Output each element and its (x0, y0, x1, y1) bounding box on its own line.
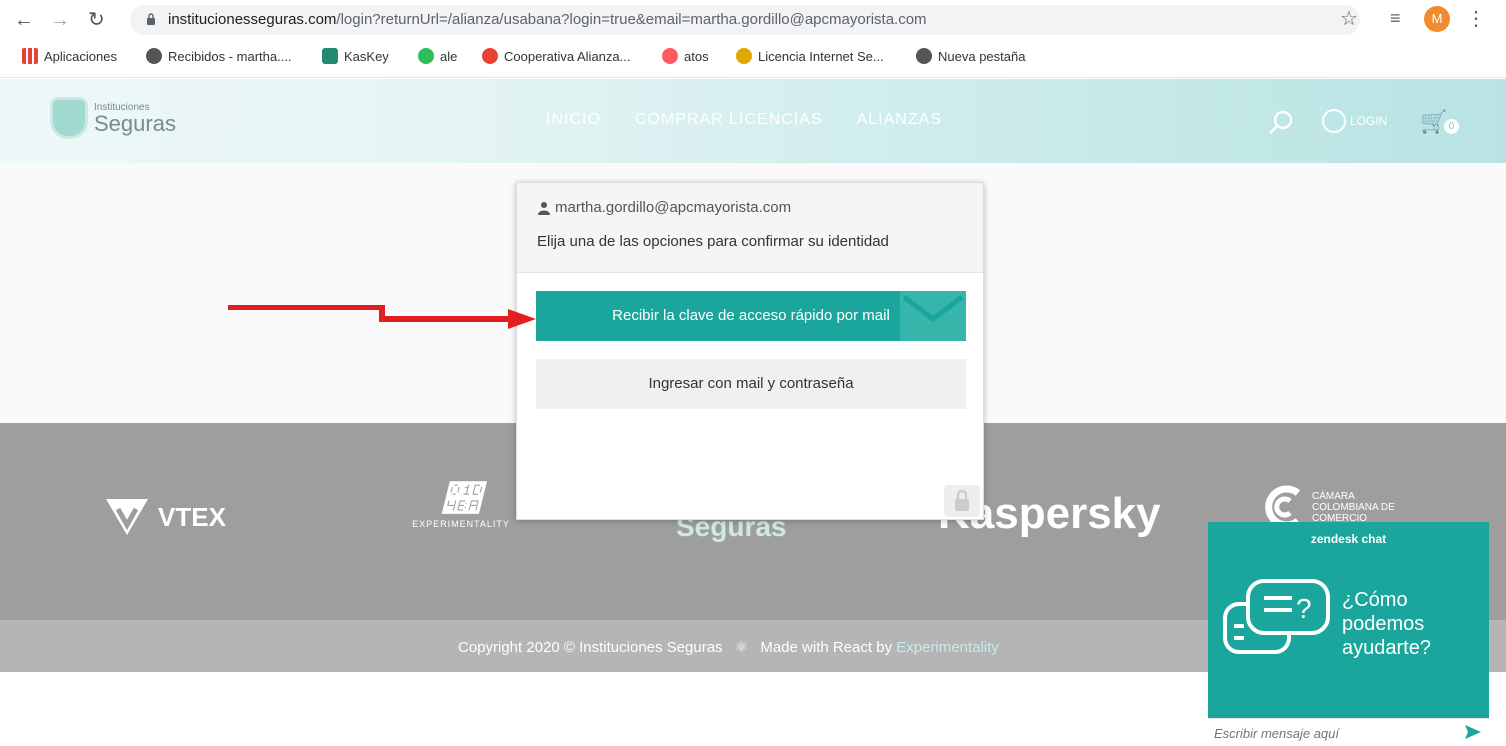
kaskey-icon (322, 48, 338, 64)
receive-mail-code-label: Recibir la clave de acceso rápido por ma… (612, 307, 890, 324)
envelope-icon (900, 291, 966, 341)
url-path: /login?returnUrl=/alianza/usabana?login=… (336, 11, 927, 28)
bookmark-nueva-pestana[interactable]: Nueva pestaña (916, 48, 1025, 64)
bookmark-cooperativa[interactable]: Cooperativa Alianza... (482, 48, 630, 64)
licencia-icon (736, 48, 752, 64)
vtex-logo: VTEX (104, 497, 226, 537)
address-bar[interactable]: institucionesseguras.com/login?returnUrl… (130, 5, 1360, 35)
url-host: institucionesseguras.com (168, 11, 337, 28)
lock-icon (944, 485, 980, 517)
experimentality-logo: 𝒺 EXPERIMENTALITY (386, 479, 536, 529)
bookmark-kaskey[interactable]: KasKey (322, 48, 389, 64)
nav-inicio[interactable]: INICIO (546, 111, 601, 129)
svg-text:?: ? (1296, 593, 1312, 624)
apps-grid-icon (22, 48, 38, 64)
bookmark-ale[interactable]: ale (418, 48, 457, 64)
login-label: LOGIN (1350, 114, 1388, 128)
cart-icon: 🛒 (1420, 109, 1448, 134)
url-text: institucionesseguras.com/login?returnUrl… (168, 11, 927, 28)
copyright-text: Copyright 2020 © Instituciones Seguras (458, 639, 723, 656)
back-arrow-icon[interactable]: ← (14, 8, 34, 32)
bookmark-label: Cooperativa Alianza... (504, 48, 631, 64)
modal-instruction: Elija una de las opciones para confirmar… (537, 233, 889, 250)
chat-message-input[interactable] (1214, 723, 1454, 743)
lock-icon (147, 13, 155, 25)
bookmark-label: KasKey (344, 48, 389, 64)
airbnb-icon (662, 48, 678, 64)
receive-mail-code-button[interactable]: Recibir la clave de acceso rápido por ma… (536, 291, 966, 341)
send-icon[interactable] (1464, 723, 1482, 741)
badge-2-icon (418, 48, 434, 64)
bookmark-label: Nueva pestaña (938, 48, 1026, 64)
bookmark-label: ale (440, 48, 458, 64)
search-icon[interactable] (1268, 109, 1294, 135)
address-row: ← → ↻ institucionesseguras.com/login?ret… (0, 0, 1506, 40)
zendesk-chat-widget: zendesk chat ? ¿Cómo podemos ayudarte? (1208, 522, 1489, 746)
experimentality-text: EXPERIMENTALITY (412, 519, 510, 529)
bookmark-aplicaciones[interactable]: Aplicaciones (22, 48, 117, 64)
vtex-text: VTEX (158, 501, 226, 532)
login-with-password-button[interactable]: Ingresar con mail y contraseña (536, 359, 966, 409)
user-icon (538, 201, 550, 215)
modal-header: martha.gordillo@apcmayorista.com Elija u… (517, 183, 983, 273)
bookmarks-bar: Aplicaciones Recibidos - martha.... KasK… (0, 44, 1506, 74)
bookmark-label: atos (684, 48, 709, 64)
vtex-mark-icon (106, 499, 148, 535)
modal-email: martha.gordillo@apcmayorista.com (537, 199, 791, 216)
copyright-line: Copyright 2020 © Instituciones Seguras ⚛… (458, 638, 999, 656)
camara-text: CÁMARA COLOMBIANA DE COMERCIO (1312, 490, 1395, 524)
kebab-menu-icon[interactable]: ⋮ (1466, 6, 1486, 31)
cooperativa-icon (482, 48, 498, 64)
made-with-text: Made with React by (760, 639, 893, 656)
reading-list-icon[interactable]: ≡ (1390, 8, 1401, 29)
red-arrow-annotation (228, 305, 536, 329)
site-logo[interactable]: Instituciones Seguras (50, 97, 176, 139)
bookmark-licencia[interactable]: Licencia Internet Se... (736, 48, 884, 64)
bookmark-recibidos[interactable]: Recibidos - martha.... (146, 48, 292, 64)
modal-email-text: martha.gordillo@apcmayorista.com (555, 199, 792, 216)
nav-alianzas[interactable]: ALIANZAS (857, 111, 942, 129)
nav-comprar-licencias[interactable]: COMPRAR LICENCIAS (635, 111, 823, 129)
login-with-password-label: Ingresar con mail y contraseña (648, 375, 854, 392)
chat-input-bar (1208, 718, 1489, 746)
forward-arrow-icon[interactable]: → (50, 8, 70, 32)
bookmark-label: Licencia Internet Se... (758, 48, 884, 64)
bookmark-label: Recibidos - martha.... (168, 48, 292, 64)
browser-chrome: ← → ↻ institucionesseguras.com/login?ret… (0, 0, 1506, 78)
cart-button[interactable]: 🛒 0 (1420, 109, 1459, 135)
login-link[interactable]: LOGIN (1322, 109, 1387, 133)
profile-avatar[interactable]: M (1424, 6, 1450, 32)
react-atom-icon: ⚛ (734, 639, 749, 656)
bookmark-label: Aplicaciones (44, 48, 117, 64)
experimentality-mark-icon: 𝒺 (443, 479, 479, 519)
chat-question: ¿Cómo podemos ayudarte? (1342, 589, 1431, 659)
identity-modal: martha.gordillo@apcmayorista.com Elija u… (516, 182, 984, 520)
user-circle-icon (1322, 109, 1346, 133)
chat-bubble-icon: ? (1223, 579, 1330, 654)
bookmark-star-icon[interactable]: ☆ (1340, 6, 1358, 31)
shield-logo-icon (50, 97, 88, 139)
logo-big-text: Seguras (94, 110, 176, 136)
reload-icon[interactable]: ↻ (88, 8, 105, 32)
site-header: Instituciones Seguras INICIO COMPRAR LIC… (0, 79, 1506, 163)
chat-brand: zendesk chat (1310, 532, 1387, 546)
cart-count-badge: 0 (1444, 119, 1459, 134)
experimentality-link[interactable]: Experimentality (896, 639, 999, 656)
main-nav: INICIO COMPRAR LICENCIAS ALIANZAS (546, 111, 942, 129)
bookmark-atos[interactable]: atos (662, 48, 709, 64)
globe-icon (146, 48, 162, 64)
globe-icon (916, 48, 932, 64)
